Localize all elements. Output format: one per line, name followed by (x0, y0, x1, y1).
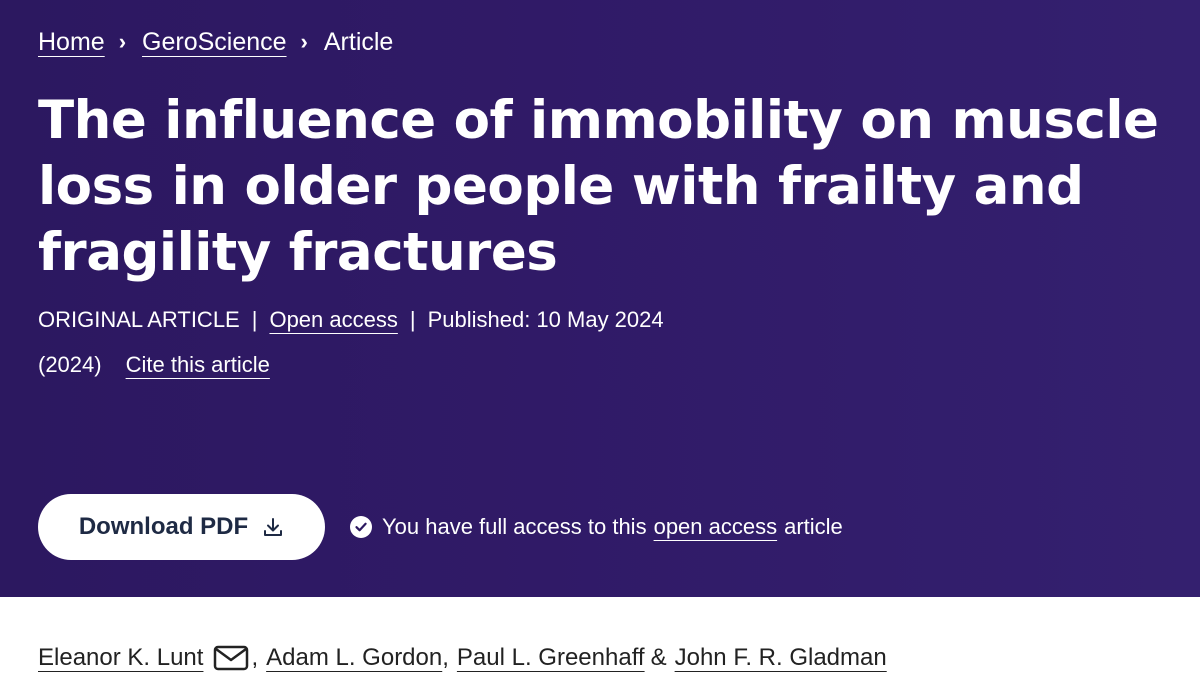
meta-divider: | (251, 307, 258, 332)
author-link[interactable]: Adam L. Gordon (266, 641, 442, 675)
article-header: Home › GeroScience › Article The influen… (0, 0, 1200, 597)
envelope-icon[interactable] (213, 644, 249, 672)
download-icon (264, 518, 283, 536)
author-list: Eleanor K. Lunt , Adam L. Gordon , Paul … (38, 641, 887, 675)
download-pdf-label: Download PDF (78, 513, 249, 540)
article-year: (2024) (38, 352, 102, 377)
breadcrumb: Home › GeroScience › Article (38, 26, 393, 58)
cite-article-link[interactable]: Cite this article (126, 350, 270, 380)
breadcrumb-current: Article (323, 28, 394, 56)
access-text: You have full access to this (382, 514, 647, 539)
article-meta: ORIGINAL ARTICLE | Open access | Publish… (38, 305, 664, 335)
access-notice: You have full access to this open access… (350, 512, 843, 542)
author-separator: , (442, 644, 449, 671)
meta-divider: | (409, 307, 416, 332)
chevron-right-icon: › (300, 29, 308, 54)
author-ampersand: & (650, 644, 667, 671)
author-separator: , (251, 644, 259, 671)
author-link[interactable]: Eleanor K. Lunt (38, 641, 203, 675)
breadcrumb-home-link[interactable]: Home (38, 26, 105, 58)
access-open-access-link[interactable]: open access (654, 512, 778, 542)
article-citation-row: (2024) Cite this article (38, 350, 270, 380)
open-access-link[interactable]: Open access (269, 305, 397, 335)
author-link[interactable]: Paul L. Greenhaff (457, 641, 645, 675)
author-link[interactable]: John F. R. Gladman (675, 641, 887, 675)
chevron-right-icon: › (118, 29, 127, 54)
check-circle-icon (350, 516, 372, 538)
download-pdf-button[interactable]: Download PDF (38, 494, 325, 560)
access-suffix: article (784, 514, 843, 539)
article-title: The influence of immobility on muscle lo… (38, 90, 1159, 283)
published-date: Published: 10 May 2024 (427, 307, 664, 332)
breadcrumb-journal-link[interactable]: GeroScience (142, 26, 287, 58)
article-type: ORIGINAL ARTICLE (38, 307, 240, 332)
